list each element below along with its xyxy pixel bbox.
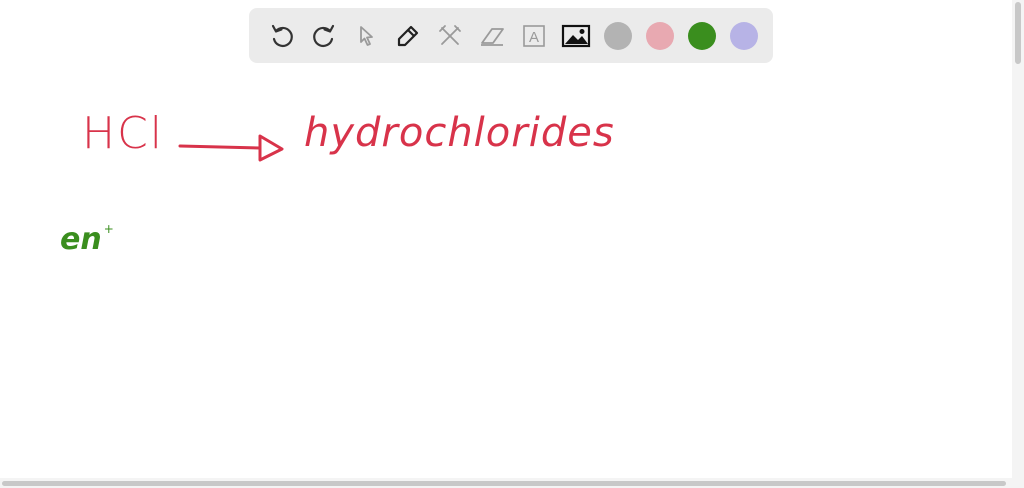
reaction-arrow bbox=[178, 134, 284, 162]
select-button[interactable] bbox=[345, 15, 387, 57]
color-swatch-pink bbox=[646, 21, 674, 50]
eraser-button[interactable] bbox=[471, 15, 513, 57]
color-gray-button[interactable] bbox=[597, 15, 639, 57]
horizontal-scrollbar[interactable] bbox=[0, 478, 1012, 488]
ion-charge: + bbox=[103, 222, 114, 236]
tools-button[interactable] bbox=[429, 15, 471, 57]
ion-text: en + bbox=[60, 222, 114, 257]
pen-button[interactable] bbox=[387, 15, 429, 57]
undo-icon bbox=[271, 24, 293, 47]
svg-text:A: A bbox=[529, 29, 539, 46]
eraser-icon bbox=[481, 27, 504, 46]
ion-symbol: en bbox=[60, 222, 102, 257]
color-lavender-button[interactable] bbox=[723, 15, 765, 57]
color-pink-button[interactable] bbox=[639, 15, 681, 57]
vertical-scrollbar[interactable] bbox=[1012, 0, 1024, 488]
text-button[interactable]: A bbox=[513, 15, 555, 57]
undo-button[interactable] bbox=[261, 15, 303, 57]
pointer-icon bbox=[360, 25, 373, 46]
image-icon bbox=[561, 24, 591, 47]
color-swatch-green bbox=[688, 21, 716, 50]
text-icon: A bbox=[523, 24, 545, 47]
color-green-button[interactable] bbox=[681, 15, 723, 57]
vertical-scroll-thumb[interactable] bbox=[1015, 2, 1021, 64]
pen-icon bbox=[397, 25, 419, 46]
color-swatch-lavender bbox=[730, 21, 758, 50]
formula-text: HCl bbox=[82, 108, 165, 159]
redo-button[interactable] bbox=[303, 15, 345, 57]
tools-icon bbox=[439, 24, 461, 45]
color-swatch-gray bbox=[604, 21, 632, 50]
horizontal-scroll-thumb[interactable] bbox=[2, 481, 1006, 486]
drawing-toolbar: A bbox=[249, 8, 773, 63]
redo-icon bbox=[313, 24, 335, 47]
product-text: hydrochlorides bbox=[304, 110, 615, 156]
image-button[interactable] bbox=[555, 15, 597, 57]
